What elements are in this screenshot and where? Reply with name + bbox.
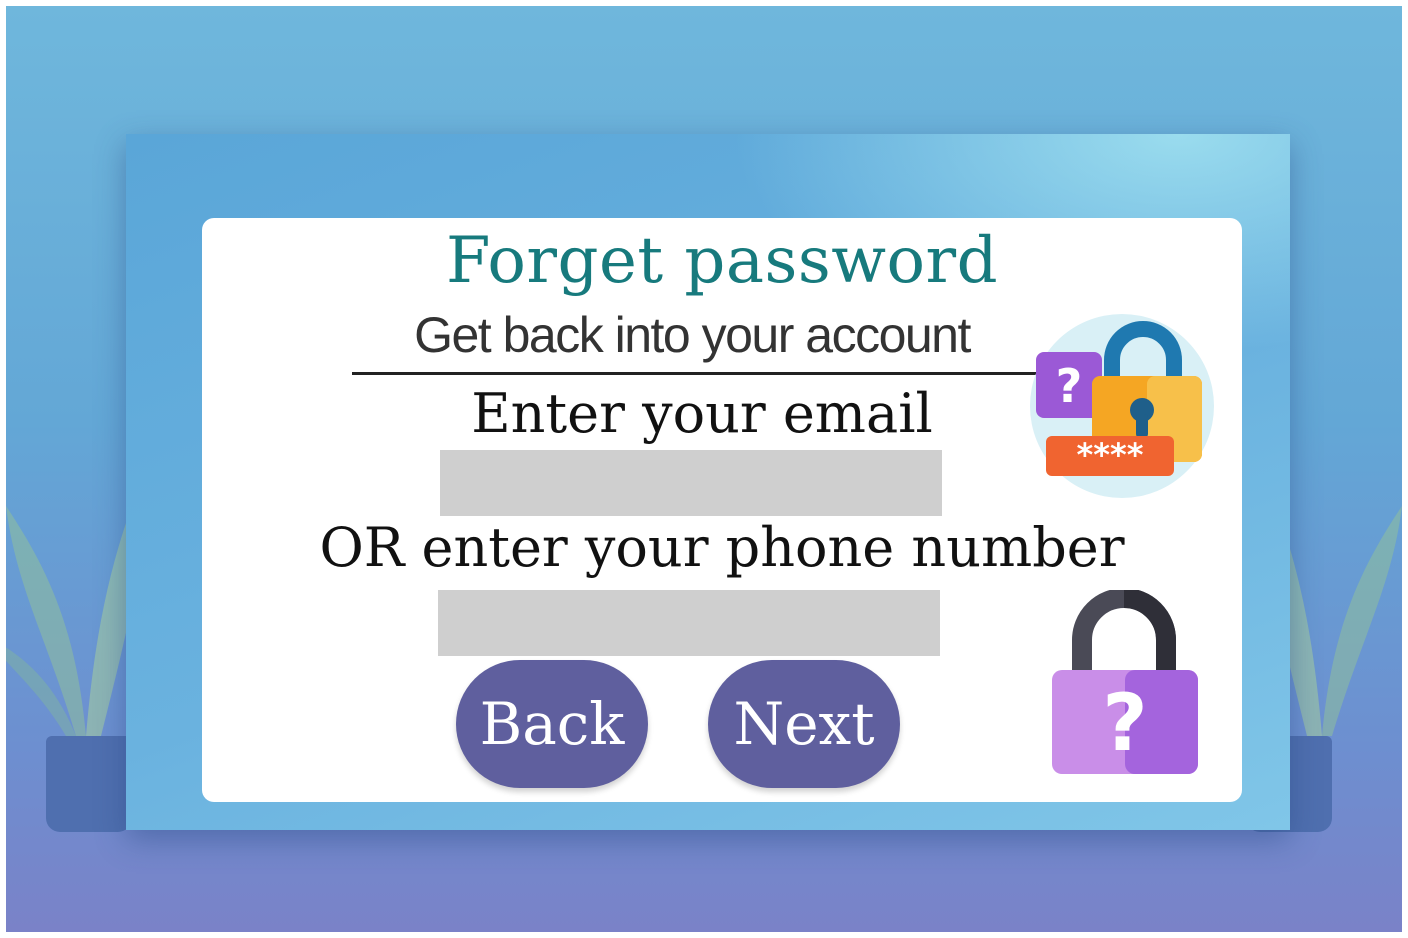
email-input[interactable]	[440, 450, 942, 516]
divider	[352, 372, 1038, 375]
question-mark-glyph: ?	[1102, 679, 1147, 769]
monitor-frame: Forget password Get back into your accou…	[126, 134, 1290, 830]
phone-label: OR enter your phone number	[319, 516, 1125, 579]
page-title: Forget password	[445, 224, 999, 298]
password-badge-text: ****	[1077, 436, 1144, 474]
back-button[interactable]: Back	[456, 660, 648, 788]
forget-password-card: Forget password Get back into your accou…	[202, 218, 1242, 802]
page-subtitle: Get back into your account	[414, 307, 971, 363]
password-lock-icon: ? ****	[1030, 314, 1214, 498]
next-button[interactable]: Next	[708, 660, 900, 788]
question-mark-glyph: ?	[1056, 359, 1083, 413]
padlock-question-icon: ?	[1052, 590, 1198, 774]
background-scene: Forget password Get back into your accou…	[6, 6, 1402, 932]
pot-left	[46, 736, 132, 832]
phone-input[interactable]	[438, 590, 940, 656]
